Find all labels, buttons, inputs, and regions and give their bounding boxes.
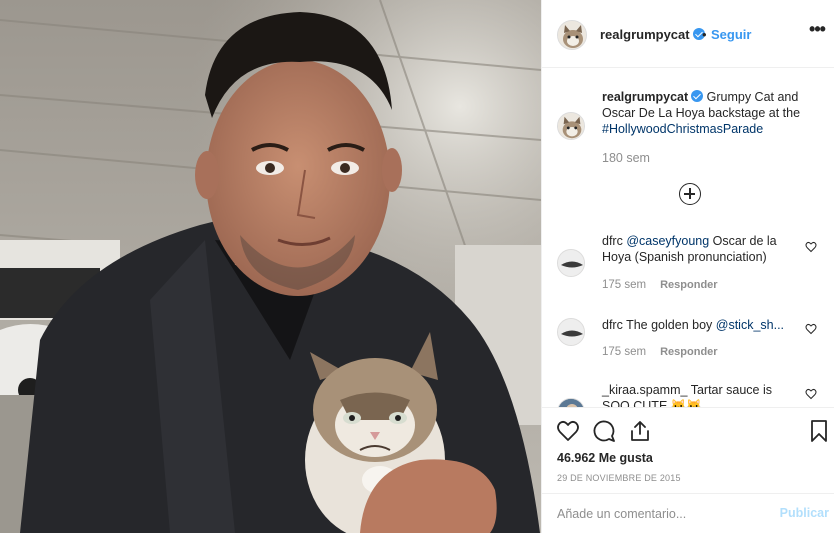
more-options-icon[interactable]: ••• <box>807 20 827 42</box>
post-caption: realgrumpycat Grumpy Cat and Oscar De La… <box>602 89 817 137</box>
post-actions: 46.962 Me gusta 29 DE NOVIEMBRE DE 2015 <box>542 407 834 493</box>
grumpy-cat-avatar-icon <box>558 21 586 49</box>
reply-button[interactable]: Responder <box>660 346 717 358</box>
publish-button[interactable]: Publicar <box>780 506 829 520</box>
comment-body: The golden boy <box>626 318 716 332</box>
caption-hashtag[interactable]: #HollywoodChristmasParade <box>602 122 763 136</box>
comment-username[interactable]: dfrc <box>602 234 623 248</box>
comment-username[interactable]: _kiraa.spamm_ <box>602 383 687 397</box>
caption-time[interactable]: 180 sem <box>602 151 650 165</box>
add-comment-bar: Publicar <box>542 493 834 533</box>
commenter-avatar[interactable] <box>557 318 585 346</box>
follow-button[interactable]: Seguir <box>711 27 751 42</box>
like-heart-icon[interactable] <box>556 419 580 443</box>
comment-meta: 175 sem Responder <box>602 346 718 358</box>
post-panel: realgrumpycat • Seguir ••• realgrumpycat… <box>541 0 834 533</box>
comment-username[interactable]: dfrc <box>602 318 623 332</box>
commenter-avatar[interactable] <box>557 398 585 407</box>
comment-mention[interactable]: @caseyfyoung <box>626 234 709 248</box>
load-more-comments-button[interactable] <box>679 183 701 205</box>
like-comment-heart-icon[interactable] <box>805 388 817 400</box>
like-comment-heart-icon[interactable] <box>805 323 817 335</box>
comment-time[interactable]: 175 sem <box>602 346 646 358</box>
author-username[interactable]: realgrumpycat <box>600 27 705 42</box>
comment-mention[interactable]: @stick_sh... <box>716 318 784 332</box>
post-photo[interactable] <box>0 0 541 533</box>
like-comment-heart-icon[interactable] <box>805 241 817 253</box>
comment-time[interactable]: 175 sem <box>602 279 646 291</box>
comment-text: dfrc The golden boy @stick_sh... <box>602 317 797 333</box>
author-avatar[interactable] <box>557 20 587 50</box>
comment-input[interactable] <box>557 503 767 525</box>
user-avatar-icon <box>558 250 584 276</box>
comment-meta: 175 sem Responder <box>602 279 718 291</box>
bookmark-icon[interactable] <box>807 419 831 443</box>
caption-avatar[interactable] <box>557 112 585 140</box>
share-icon[interactable] <box>628 419 652 443</box>
commenter-avatar[interactable] <box>557 249 585 277</box>
caption-username[interactable]: realgrumpycat <box>602 90 688 104</box>
grumpy-cat-avatar-icon <box>558 113 584 139</box>
comment-text: dfrc @caseyfyoung Oscar de la Hoya (Span… <box>602 233 797 265</box>
header-separator: • <box>702 27 707 42</box>
comment-bubble-icon[interactable] <box>592 419 616 443</box>
author-username-text[interactable]: realgrumpycat <box>600 27 690 42</box>
likes-count[interactable]: 46.962 Me gusta <box>557 451 653 465</box>
user-avatar-icon <box>558 399 584 407</box>
reply-button[interactable]: Responder <box>660 279 717 291</box>
verified-badge-icon <box>691 90 704 102</box>
comment-text: _kiraa.spamm_ Tartar sauce is SOO CUTE 🐱… <box>602 382 797 407</box>
post-header: realgrumpycat • Seguir ••• <box>542 0 834 68</box>
comments-list[interactable]: realgrumpycat Grumpy Cat and Oscar De La… <box>542 69 834 407</box>
post-date[interactable]: 29 DE NOVIEMBRE DE 2015 <box>557 473 681 483</box>
post-photo-image <box>0 0 541 533</box>
user-avatar-icon <box>558 319 584 345</box>
